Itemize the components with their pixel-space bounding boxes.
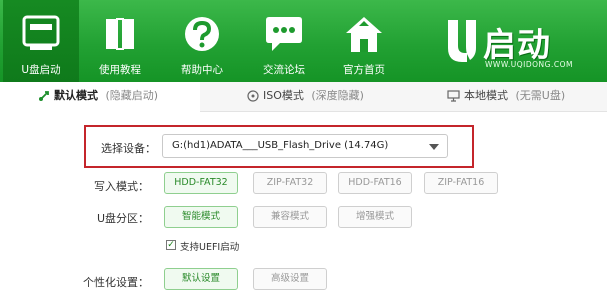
nav-label: 官方首页 [343, 64, 385, 76]
write-mode-hdd-fat16-button[interactable]: HDD-FAT16 [338, 172, 412, 194]
write-mode-zip-fat32-button[interactable]: ZIP-FAT32 [253, 172, 327, 194]
uefi-checkbox[interactable]: ✓ [166, 240, 176, 250]
tab-label: 默认模式 [54, 89, 98, 102]
device-label: 选择设备： [101, 142, 156, 155]
nav-forum[interactable]: 交流论坛 [246, 0, 322, 82]
write-mode-zip-fat16-button[interactable]: ZIP-FAT16 [424, 172, 498, 194]
partition-enhanced-button[interactable]: 增强模式 [338, 206, 412, 228]
nav-label: 交流论坛 [263, 64, 305, 76]
tab-note: (深度隐藏) [311, 89, 364, 102]
home-icon [346, 17, 382, 52]
mode-tabs: 默认模式 (隐藏启动) ISO模式 (深度隐藏) 本地模式 (无需U盘) [0, 82, 607, 112]
device-select[interactable]: G:(hd1)ADATA___USB_Flash_Drive (14.74G) [162, 134, 448, 158]
device-select-value: G:(hd1)ADATA___USB_Flash_Drive (14.74G) [172, 140, 389, 151]
usb-mode-icon [39, 91, 49, 101]
usb-drive-icon [22, 15, 60, 50]
top-toolbar: U盘启动 使用教程 帮助中心 交流论坛 官方首页 启动 WWW.UQIDONG.… [0, 0, 607, 82]
chat-icon [266, 17, 302, 51]
u-logo-icon [448, 20, 476, 62]
nav-tutorial[interactable]: 使用教程 [82, 0, 158, 82]
nav-label: U盘启动 [21, 64, 61, 76]
partition-compatible-button[interactable]: 兼容模式 [253, 206, 327, 228]
write-mode-label: 写入模式： [94, 180, 149, 193]
help-icon [185, 17, 219, 51]
personalize-default-button[interactable]: 默认设置 [164, 268, 238, 290]
tab-iso-mode[interactable]: ISO模式 (深度隐藏) [247, 82, 407, 112]
nav-usb-boot[interactable]: U盘启动 [3, 0, 79, 82]
tab-local-mode[interactable]: 本地模式 (无需U盘) [447, 82, 607, 112]
nav-label: 使用教程 [99, 64, 141, 76]
partition-smart-button[interactable]: 智能模式 [164, 206, 238, 228]
tab-default-mode[interactable]: 默认模式 (隐藏启动) [0, 82, 200, 112]
monitor-icon [447, 90, 460, 102]
logo-text: 启动 [483, 25, 551, 64]
personalize-label: 个性化设置： [83, 276, 149, 289]
logo-url: WWW.UQIDONG.COM [485, 60, 573, 69]
write-mode-hdd-fat32-button[interactable]: HDD-FAT32 [164, 172, 238, 194]
tab-label: ISO模式 [263, 89, 304, 102]
nav-help[interactable]: 帮助中心 [164, 0, 240, 82]
chevron-down-icon [429, 144, 439, 150]
book-icon [106, 18, 134, 50]
disc-icon [247, 90, 259, 102]
uefi-checkbox-label: 支持UEFI启动 [180, 242, 240, 253]
nav-label: 帮助中心 [181, 64, 223, 76]
tab-label: 本地模式 [464, 89, 508, 102]
nav-home[interactable]: 官方首页 [326, 0, 402, 82]
tab-note: (无需U盘) [515, 89, 566, 102]
app-logo: 启动 WWW.UQIDONG.COM [437, 12, 602, 74]
tab-note: (隐藏启动) [105, 89, 159, 102]
partition-label: U盘分区： [96, 212, 149, 225]
personalize-advanced-button[interactable]: 高级设置 [253, 268, 327, 290]
